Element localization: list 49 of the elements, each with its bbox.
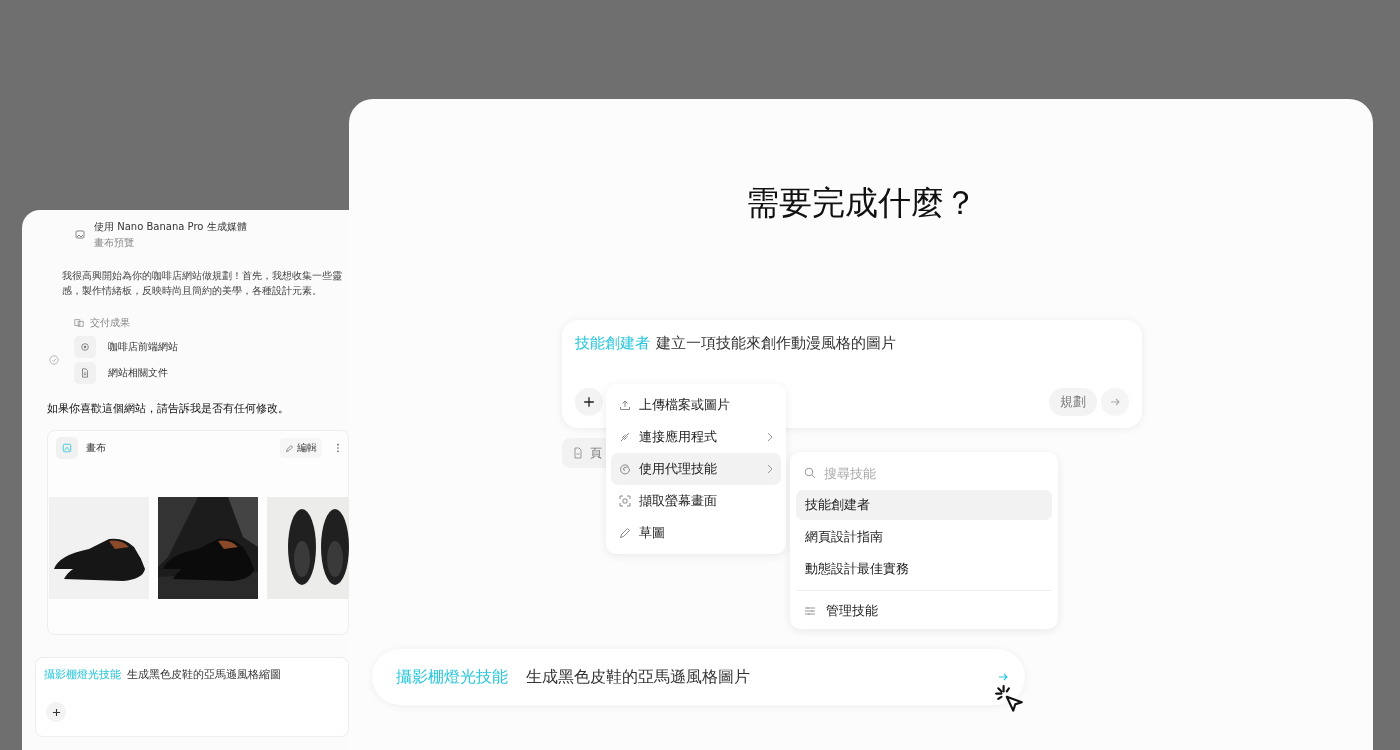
menu-item[interactable]: 擷取螢幕畫面 [611, 485, 781, 517]
arrow-right-icon [1109, 396, 1121, 408]
menu-item[interactable]: 草圖 [611, 517, 781, 549]
prompt-text: 生成黑色皮鞋的亞馬遜風格圖片 [526, 666, 750, 688]
plus-icon [51, 707, 61, 717]
search-icon [804, 467, 816, 479]
menu-item[interactable]: 上傳檔案或圖片 [611, 389, 781, 421]
prompt-text: 建立一項技能來創作動漫風格的圖片 [656, 334, 896, 353]
skill-item[interactable]: 網頁設計指南 [796, 522, 1052, 552]
skill-tag: 攝影棚燈光技能 [396, 666, 508, 688]
skill-item[interactable]: 技能創建者 [796, 490, 1052, 520]
menu-item[interactable]: 使用代理技能 [611, 453, 781, 485]
search-field[interactable]: 搜尋技能 [824, 465, 1024, 481]
task-title: 使用 Nano Banana Pro 生成媒體 [94, 220, 247, 234]
canvas-title: 畫布 [86, 441, 107, 455]
add-button[interactable] [46, 702, 66, 722]
pencil-icon [619, 527, 631, 539]
task-subtitle: 畫布預覽 [94, 236, 135, 250]
skill-item[interactable]: 動態設計最佳實務 [796, 554, 1052, 584]
plan-button[interactable]: 規劃 [1049, 388, 1097, 416]
sliders-icon [804, 605, 816, 617]
skill-tag: 技能創建者 [575, 334, 650, 353]
deliverable-item[interactable]: 網站相關文件 [74, 362, 178, 384]
follow-up-message: 如果你喜歡這個網站，請告訴我是否有任何修改。 [47, 402, 290, 416]
suggestion-prompt[interactable]: 攝影棚燈光技能 生成黑色皮鞋的亞馬遜風格圖片 [372, 649, 1025, 705]
screenshot-icon [619, 495, 631, 507]
manage-skills-item[interactable]: 管理技能 [796, 597, 1052, 625]
arrow-right-icon[interactable] [997, 671, 1009, 683]
assistant-message: 我很高興開始為你的咖啡店網站做規劃！首先，我想收集一些靈感，製作情緒板，反映時尚且簡約的美學，各種設計元素。 [62, 269, 343, 298]
plus-icon [583, 396, 595, 408]
document-icon [80, 368, 90, 378]
page-title: 需要完成什麼？ [744, 182, 978, 224]
document-stack-icon [74, 318, 84, 328]
edit-button[interactable]: 編輯 [280, 438, 322, 458]
skill-tag: 攝影棚燈光技能 [44, 667, 121, 682]
message-composer[interactable]: 攝影棚燈光技能 生成黑色皮鞋的亞馬遜風格縮圖 [35, 657, 349, 737]
add-button[interactable] [575, 388, 603, 416]
edit-icon [285, 443, 294, 453]
deliverables-heading: 交付成果 [90, 316, 130, 330]
gear-icon [80, 342, 90, 352]
spiral-icon [619, 463, 631, 475]
check-circle-icon [49, 355, 59, 365]
upload-icon [619, 399, 631, 411]
more-icon[interactable] [336, 443, 340, 453]
deliverable-item[interactable]: 咖啡店前端網站 [74, 336, 178, 358]
canvas-icon [62, 443, 72, 453]
document-icon [572, 447, 584, 459]
prompt-text: 生成黑色皮鞋的亞馬遜風格縮圖 [127, 667, 281, 682]
image-icon [74, 229, 86, 241]
